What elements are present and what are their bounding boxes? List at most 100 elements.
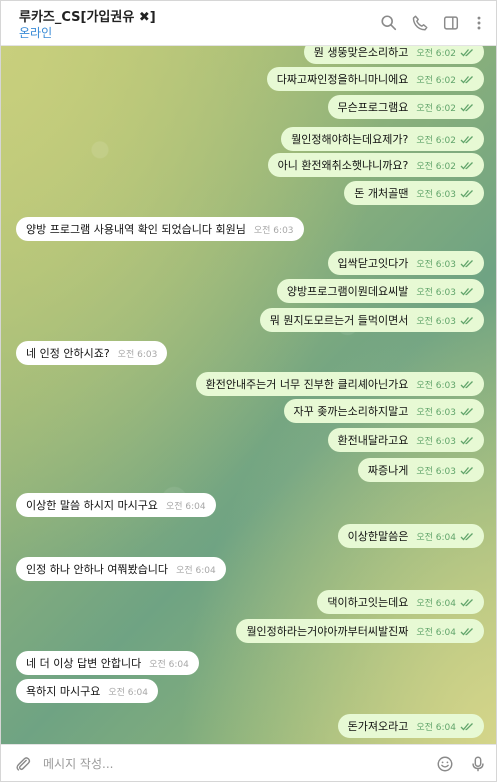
message-time: 오전 6:02 <box>416 135 456 146</box>
message-meta: 오전 6:04 <box>166 499 206 512</box>
message-outgoing[interactable]: 아니 환전왜취소햇냐니까요? 오전 6:02 <box>267 153 484 177</box>
message-meta: 오전 6:04 <box>149 657 189 670</box>
message-text: 댁이하고잇는데요 <box>327 596 409 609</box>
message-meta: 오전 6:02 <box>416 159 474 172</box>
message-meta: 오전 6:02 <box>416 46 474 59</box>
message-meta: 오전 6:03 <box>416 434 474 447</box>
message-meta: 오전 6:03 <box>416 314 474 327</box>
double-check-icon <box>460 436 473 444</box>
message-outgoing[interactable]: 뭔 생뚱맞은소리하고 오전 6:02 <box>303 45 484 64</box>
message-text: 인정 하나 안하나 여쭤봤습니다 <box>26 563 169 576</box>
telegram-chat-window: 루카즈_CS[가입권유 ✖] 온라인 뭔 생뚱맞은소리하고 오전 6:02 다짜고… <box>0 0 497 782</box>
message-meta: 오전 6:02 <box>416 73 474 86</box>
message-incoming[interactable]: 양방 프로그램 사용내역 확인 되었습니다 회원님 오전 6:03 <box>16 217 304 241</box>
message-time: 오전 6:04 <box>416 598 456 609</box>
message-text: 뭘인정해야하는데요제가? <box>291 133 409 146</box>
message-time: 오전 6:03 <box>416 287 456 298</box>
message-outgoing[interactable]: 돈 개처골땐 오전 6:03 <box>344 181 484 205</box>
message-text: 이상한 말씀 하시지 마시구요 <box>26 499 158 512</box>
message-outgoing[interactable]: 돈가져오라고 오전 6:04 <box>337 714 484 738</box>
double-check-icon <box>460 407 473 415</box>
double-check-icon <box>460 532 473 540</box>
message-input[interactable] <box>43 754 413 774</box>
double-check-icon <box>460 189 473 197</box>
message-meta: 오전 6:03 <box>416 405 474 418</box>
message-meta: 오전 6:04 <box>176 563 216 576</box>
message-outgoing[interactable]: 환전안내주는거 너무 진부한 클리셰아닌가요 오전 6:03 <box>195 372 484 396</box>
chat-area[interactable]: 뭔 생뚱맞은소리하고 오전 6:02 다짜고짜인정을하니마니에요 오전 6:02 무… <box>1 45 496 744</box>
message-time: 오전 6:02 <box>416 75 456 86</box>
message-meta: 오전 6:02 <box>416 133 474 146</box>
message-time: 오전 6:04 <box>416 532 456 543</box>
message-outgoing[interactable]: 댁이하고잇는데요 오전 6:04 <box>317 590 484 614</box>
message-outgoing[interactable]: 양방프로그램이뭔데요씨발 오전 6:03 <box>276 279 484 303</box>
message-text: 짜증나게 <box>367 464 409 477</box>
message-time: 오전 6:04 <box>416 722 456 733</box>
phone-icon[interactable] <box>409 12 431 34</box>
chat-status: 온라인 <box>19 26 53 40</box>
message-time: 오전 6:02 <box>416 161 456 172</box>
message-incoming[interactable]: 이상한 말씀 하시지 마시구요 오전 6:04 <box>16 493 216 517</box>
double-check-icon <box>460 259 473 267</box>
message-composer <box>1 744 496 781</box>
message-time: 오전 6:03 <box>416 259 456 270</box>
message-meta: 오전 6:02 <box>416 101 474 114</box>
message-meta: 오전 6:03 <box>416 464 474 477</box>
message-text: 네 인정 안하시죠? <box>26 347 110 360</box>
message-time: 오전 6:03 <box>117 349 158 360</box>
message-outgoing[interactable]: 뭐 뭔지도모르는거 들먹이면서 오전 6:03 <box>259 308 484 332</box>
message-incoming[interactable]: 네 인정 안하시죠? 오전 6:03 <box>16 341 168 365</box>
message-meta: 오전 6:03 <box>416 378 474 391</box>
message-time: 오전 6:03 <box>253 225 294 236</box>
message-meta: 오전 6:03 <box>118 347 158 360</box>
message-outgoing[interactable]: 다짜고짜인정을하니마니에요 오전 6:02 <box>266 67 484 91</box>
microphone-icon[interactable] <box>467 753 489 775</box>
double-check-icon <box>460 466 473 474</box>
message-outgoing[interactable]: 자꾸 좆까는소리하지말고 오전 6:03 <box>283 399 484 423</box>
message-outgoing[interactable]: 뭘인정하라는거야아까부터씨발진짜 오전 6:04 <box>236 619 484 643</box>
message-text: 욕하지 마시구요 <box>26 685 101 698</box>
message-outgoing[interactable]: 이상한말씀은 오전 6:04 <box>337 524 484 548</box>
double-check-icon <box>460 627 473 635</box>
double-check-icon <box>460 161 473 169</box>
chat-title[interactable]: 루카즈_CS[가입권유 ✖] <box>19 6 156 25</box>
message-text: 뭘인정하라는거야아까부터씨발진짜 <box>246 625 409 638</box>
message-text: 돈가져오라고 <box>347 720 409 733</box>
message-time: 오전 6:03 <box>416 189 456 200</box>
message-outgoing[interactable]: 환전내달라고요 오전 6:03 <box>327 428 484 452</box>
message-outgoing[interactable]: 무슨프로그램요 오전 6:02 <box>327 95 484 119</box>
attach-icon[interactable] <box>12 753 34 775</box>
message-outgoing[interactable]: 입싹닫고잇다가 오전 6:03 <box>327 251 484 275</box>
message-time: 오전 6:04 <box>416 627 456 638</box>
message-incoming[interactable]: 인정 하나 안하나 여쭤봤습니다 오전 6:04 <box>16 557 226 581</box>
message-text: 다짜고짜인정을하니마니에요 <box>276 73 409 86</box>
message-meta: 오전 6:03 <box>416 187 474 200</box>
message-time: 오전 6:03 <box>416 380 456 391</box>
double-check-icon <box>460 316 473 324</box>
message-outgoing[interactable]: 뭘인정해야하는데요제가? 오전 6:02 <box>281 127 484 151</box>
message-text: 무슨프로그램요 <box>337 101 409 114</box>
message-text: 네 더 이상 답변 안합니다 <box>26 657 142 670</box>
chat-header: 루카즈_CS[가입권유 ✖] 온라인 <box>1 1 496 46</box>
message-outgoing[interactable]: 짜증나게 오전 6:03 <box>357 458 484 482</box>
message-text: 뭐 뭔지도모르는거 들먹이면서 <box>269 314 409 327</box>
double-check-icon <box>460 135 473 143</box>
emoji-icon[interactable] <box>434 753 456 775</box>
message-meta: 오전 6:04 <box>416 625 474 638</box>
message-time: 오전 6:04 <box>149 659 189 670</box>
message-time: 오전 6:04 <box>165 501 206 512</box>
message-time: 오전 6:04 <box>176 565 216 576</box>
message-incoming[interactable]: 네 더 이상 답변 안합니다 오전 6:04 <box>16 651 199 675</box>
double-check-icon <box>460 722 473 730</box>
message-time: 오전 6:03 <box>416 316 456 327</box>
message-incoming[interactable]: 욕하지 마시구요 오전 6:04 <box>16 679 158 703</box>
search-icon[interactable] <box>378 12 400 34</box>
sidebar-toggle-icon[interactable] <box>440 12 462 34</box>
message-time: 오전 6:04 <box>108 687 148 698</box>
double-check-icon <box>460 103 473 111</box>
double-check-icon <box>460 598 473 606</box>
message-meta: 오전 6:04 <box>108 685 148 698</box>
message-text: 자꾸 좆까는소리하지말고 <box>293 405 409 418</box>
message-meta: 오전 6:03 <box>254 223 294 236</box>
more-menu-icon[interactable] <box>468 12 490 34</box>
